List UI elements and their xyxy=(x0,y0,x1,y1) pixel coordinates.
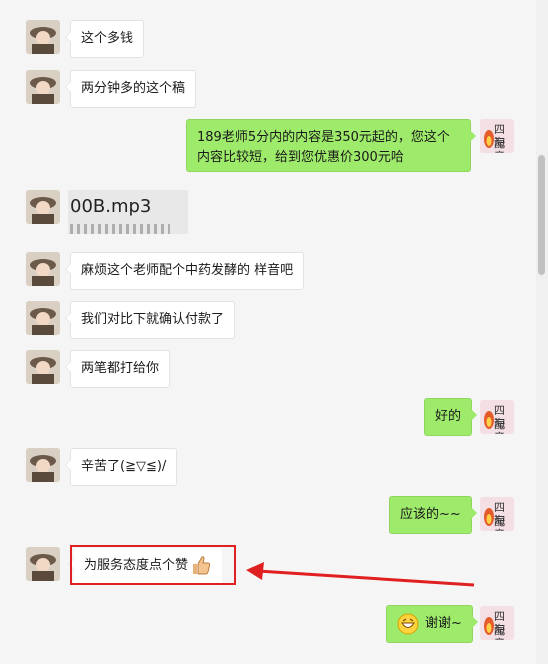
file-preview-text xyxy=(70,224,170,234)
watermark-text: 配音 xyxy=(494,515,505,531)
contact-avatar[interactable] xyxy=(26,190,60,224)
file-attachment[interactable]: 00B.mp3 xyxy=(68,190,188,234)
message-bubble[interactable]: 这个多钱 xyxy=(64,20,145,58)
message-text: 为服务态度点个赞 xyxy=(84,558,189,573)
thumbs-up-icon xyxy=(190,554,212,583)
message-bubble[interactable]: 辛苦了(≧▽≦)/ xyxy=(64,448,178,486)
watermark-text: 配音 xyxy=(494,418,505,434)
grin-icon xyxy=(397,613,419,642)
message-bubble[interactable]: 两笔都打给你 xyxy=(64,350,171,388)
message-bubble[interactable]: 麻烦这个老师配个中药发酵的 样音吧 xyxy=(64,252,305,290)
message-bubble[interactable]: 为服务态度点个赞 xyxy=(67,548,223,584)
contact-avatar[interactable] xyxy=(26,70,60,104)
message-line: 内容比较短，给到您优惠价300元哈 xyxy=(197,150,404,165)
contact-avatar[interactable] xyxy=(26,301,60,335)
self-avatar[interactable]: 四海 配音 xyxy=(480,497,514,531)
message-bubble[interactable]: 我们对比下就确认付款了 xyxy=(64,301,236,339)
message-line: 189老师5分内的内容是350元起的，您这个 xyxy=(197,130,450,145)
contact-avatar[interactable] xyxy=(26,350,60,384)
contact-avatar[interactable] xyxy=(26,20,60,54)
contact-avatar[interactable] xyxy=(26,547,60,581)
message-bubble-self[interactable]: 应该的~~ xyxy=(389,496,477,534)
self-avatar[interactable]: 四海 配音 xyxy=(480,606,514,640)
watermark-text: 配音 xyxy=(494,624,505,640)
message-bubble-self[interactable]: 189老师5分内的内容是350元起的，您这个 内容比较短，给到您优惠价300元哈 xyxy=(186,119,476,172)
chat-window: 这个多钱 两分钟多的这个稿 189老师5分内的内容是350元起的，您这个 内容比… xyxy=(0,0,536,664)
self-avatar[interactable]: 四海 配音 xyxy=(480,400,514,434)
scrollbar-thumb[interactable] xyxy=(538,155,545,275)
scrollbar-track[interactable] xyxy=(536,0,548,664)
self-avatar[interactable]: 四海 配音 xyxy=(480,119,514,153)
message-bubble[interactable]: 两分钟多的这个稿 xyxy=(64,70,197,108)
message-text: 谢谢~ xyxy=(425,616,462,631)
annotation-arrow xyxy=(246,562,475,587)
watermark-text: 配音 xyxy=(494,137,505,153)
contact-avatar[interactable] xyxy=(26,252,60,286)
file-name: 00B.mp3 xyxy=(70,196,152,217)
message-bubble-self[interactable]: 谢谢~ xyxy=(386,605,478,643)
contact-avatar[interactable] xyxy=(26,448,60,482)
message-bubble-self[interactable]: 好的 xyxy=(424,398,478,436)
